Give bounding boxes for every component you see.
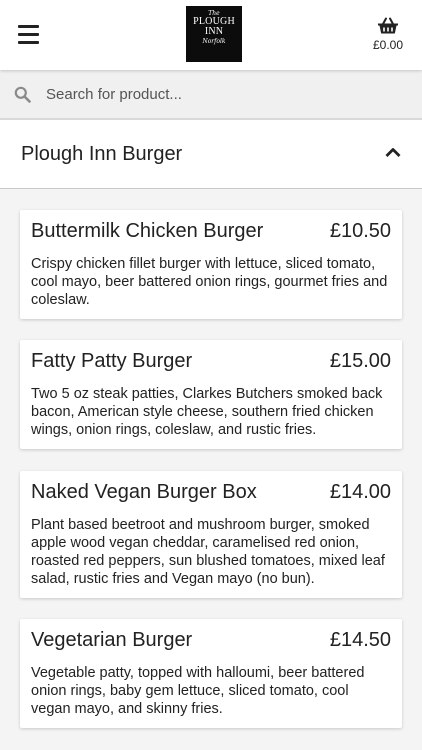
search-bar [0,70,422,120]
chevron-up-icon[interactable] [385,147,401,158]
basket-icon [378,17,398,34]
product-name: Vegetarian Burger [31,629,193,651]
product-price: £14.00 [329,481,391,503]
search-input[interactable] [46,80,406,108]
product-name: Buttermilk Chicken Burger [31,220,264,242]
product-price: £14.50 [329,629,391,651]
product-name: Fatty Patty Burger [31,350,193,372]
product-card[interactable]: Naked Vegan Burger Box £14.00 Plant base… [20,471,402,598]
product-card[interactable]: Vegetarian Burger £14.50 Vegetable patty… [20,619,402,728]
menu-line [18,41,39,44]
category-header[interactable]: Plough Inn Burger [0,120,422,189]
product-description: Vegetable patty, topped with halloumi, b… [31,665,365,717]
menu-line [18,33,39,36]
product-card[interactable]: Fatty Patty Burger £15.00 Two 5 oz steak… [20,340,402,449]
menu-line [18,25,39,28]
hamburger-menu-icon[interactable] [18,24,39,46]
logo-name-line2: INN [204,26,224,37]
cart-total: £0.00 [372,38,404,52]
product-description: Crispy chicken fillet burger with lettuc… [31,256,388,308]
logo-place: Norfolk [202,38,226,45]
search-icon [14,86,31,103]
product-card[interactable]: Buttermilk Chicken Burger £10.50 Crispy … [20,210,402,319]
plough-inn-logo[interactable]: The PLOUGH INN Norfolk [186,6,242,62]
app-header: The PLOUGH INN Norfolk £0.00 [0,0,422,70]
product-price: £10.50 [329,220,391,242]
product-list: Buttermilk Chicken Burger £10.50 Crispy … [0,189,422,750]
category-title: Plough Inn Burger [21,143,183,165]
product-price: £15.00 [329,350,391,372]
product-name: Naked Vegan Burger Box [31,481,257,503]
cart-button[interactable]: £0.00 [368,17,408,52]
product-description: Plant based beetroot and mushroom burger… [31,517,385,587]
product-description: Two 5 oz steak patties, Clarkes Butchers… [31,386,383,438]
